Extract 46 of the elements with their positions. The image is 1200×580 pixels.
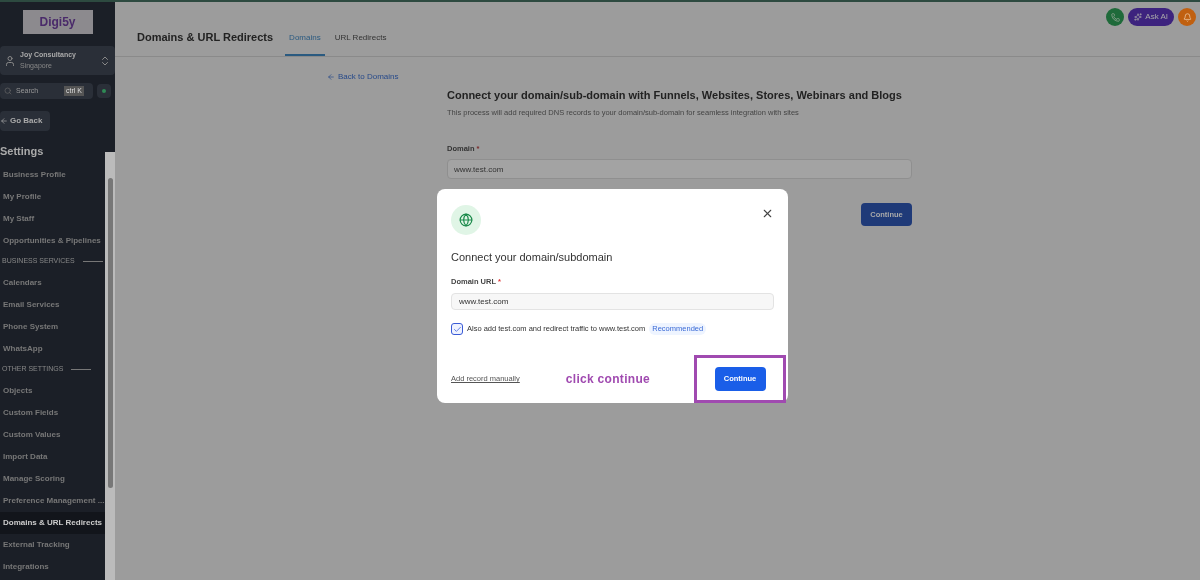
sidebar-item[interactable]: My Staff	[0, 207, 105, 230]
check-icon	[452, 324, 462, 334]
logo: Digi5y	[22, 10, 93, 34]
connect-heading: Connect your domain/sub-domain with Funnels, Websites, Stores, Webinars and Blogs	[447, 88, 903, 103]
phone-button[interactable]	[1106, 8, 1125, 26]
sidebar-item[interactable]: WhatsApp	[0, 337, 105, 360]
close-icon[interactable]	[761, 207, 774, 220]
sidebar-item[interactable]: Phone System	[0, 315, 105, 338]
sidebar-item[interactable]: My Profile	[0, 185, 105, 208]
sidebar-item[interactable]: Manage Scoring	[0, 467, 105, 490]
sidebar-item[interactable]: Opportunities & Pipelines	[0, 229, 105, 252]
phone-icon	[1110, 12, 1120, 22]
quick-action-button[interactable]	[97, 84, 111, 98]
page-title: Domains & URL Redirects	[137, 29, 274, 45]
scrollbar[interactable]	[105, 151, 115, 580]
go-back-button[interactable]: Go Back	[0, 111, 50, 131]
sidebar-item[interactable]: Email Services	[0, 293, 105, 316]
sidebar-item[interactable]: Business Profile	[0, 163, 105, 186]
settings-heading: Settings	[0, 144, 45, 159]
sidebar-item[interactable]: Preference Management ...	[0, 489, 105, 512]
sidebar-item[interactable]: Integrations	[0, 555, 105, 578]
globe-icon	[451, 205, 481, 235]
tab[interactable]: Domains	[285, 32, 325, 56]
sidebar-item[interactable]: Objects	[0, 379, 105, 402]
arrow-left-icon	[327, 73, 335, 81]
sidebar-item[interactable]: Custom Values	[0, 423, 105, 446]
modal-title: Connect your domain/subdomain	[451, 250, 614, 265]
chevron-icon	[99, 54, 111, 67]
tab[interactable]: URL Redirects	[330, 32, 391, 56]
annotation-text: click continue	[565, 371, 651, 388]
notification-button[interactable]	[1178, 8, 1196, 26]
back-link[interactable]: Back to Domains	[327, 71, 399, 83]
user-icon	[4, 54, 16, 67]
checkbox[interactable]	[451, 323, 463, 335]
search-icon	[4, 87, 12, 95]
sidebar-item[interactable]: Custom Fields	[0, 401, 105, 424]
sidebar-item[interactable]: External Tracking	[0, 533, 105, 556]
sidebar-item[interactable]: Calendars	[0, 271, 105, 294]
ask-ai-button[interactable]: Ask AI	[1128, 8, 1174, 26]
arrow-left-icon	[0, 117, 8, 125]
domain-url-field[interactable]: www.test.com	[451, 292, 774, 310]
sparkles-icon	[1134, 13, 1143, 21]
sidebar-item[interactable]: Domains & URL Redirects	[0, 511, 105, 534]
bell-icon	[1182, 12, 1192, 22]
domain-field[interactable]: www.test.com	[447, 159, 912, 179]
sidebar-item[interactable]: Import Data	[0, 445, 105, 468]
